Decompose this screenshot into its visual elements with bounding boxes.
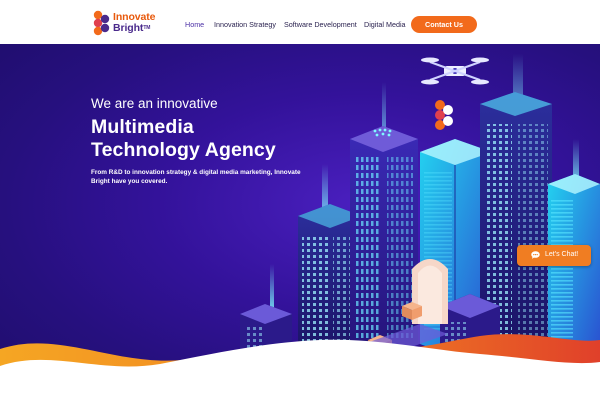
brand-logo[interactable]: Innovate BrightTM — [92, 9, 162, 37]
lets-chat-label: Let's Chat! — [545, 251, 579, 258]
logo-line-2-text: Bright — [113, 21, 144, 34]
hero-kicker: We are an innovative — [91, 96, 218, 111]
hero-copy: We are an innovative Multimedia Technolo… — [91, 96, 301, 186]
contact-us-button[interactable]: Contact Us — [411, 16, 477, 33]
hero-section: We are an innovative Multimedia Technolo… — [0, 44, 600, 400]
logo-line-2: BrightTM — [113, 21, 155, 34]
hero-description: From R&D to innovation strategy & digita… — [91, 169, 301, 185]
nav-item-software-development[interactable]: Software Development — [284, 20, 357, 29]
nav-item-digital-media[interactable]: Digital Media — [364, 20, 406, 29]
lets-chat-button[interactable]: Let's Chat! — [517, 245, 591, 266]
logo-wordmark: Innovate BrightTM — [113, 12, 155, 33]
hero-title-line-2: Technology Agency — [91, 139, 276, 161]
logo-trademark: TM — [143, 24, 151, 31]
logo-mark-icon — [93, 10, 110, 36]
site-header: Innovate BrightTM Home Innovation Strate… — [0, 0, 600, 44]
nav-item-home[interactable]: Home — [185, 20, 204, 29]
hero-title: Multimedia Technology Agency — [91, 116, 301, 162]
nav-item-innovation-strategy[interactable]: Innovation Strategy — [214, 20, 276, 29]
chat-bubble-icon — [531, 251, 540, 259]
hero-title-line-1: Multimedia — [91, 116, 194, 138]
